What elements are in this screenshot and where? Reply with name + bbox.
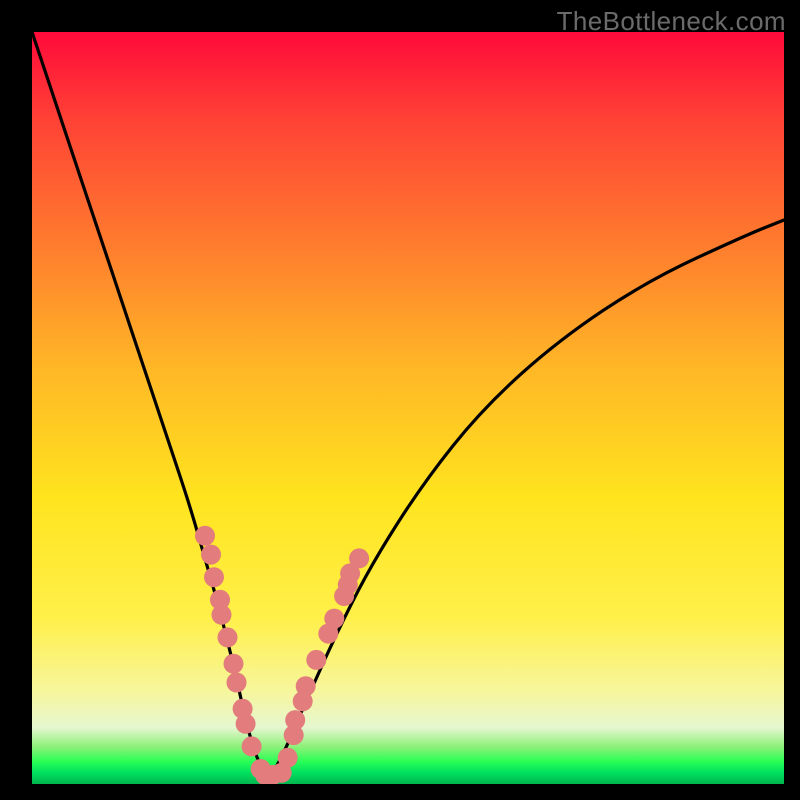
marker-dot [296, 676, 316, 696]
marker-dot [242, 736, 262, 756]
marker-dot [212, 605, 232, 625]
bottleneck-curve [32, 32, 784, 773]
marker-dot [218, 627, 238, 647]
marker-dot [236, 714, 256, 734]
marker-dot [306, 650, 326, 670]
marker-dot [285, 710, 305, 730]
marker-dot [227, 673, 247, 693]
marker-dot [324, 609, 344, 629]
marker-dot [201, 545, 221, 565]
chart-plot-area [32, 32, 784, 784]
chart-svg [32, 32, 784, 784]
watermark-text: TheBottleneck.com [557, 6, 786, 37]
dot-cluster [195, 526, 369, 784]
marker-dot [224, 654, 244, 674]
marker-dot [349, 548, 369, 568]
marker-dot [195, 526, 215, 546]
marker-dot [278, 748, 298, 768]
marker-dot [204, 567, 224, 587]
